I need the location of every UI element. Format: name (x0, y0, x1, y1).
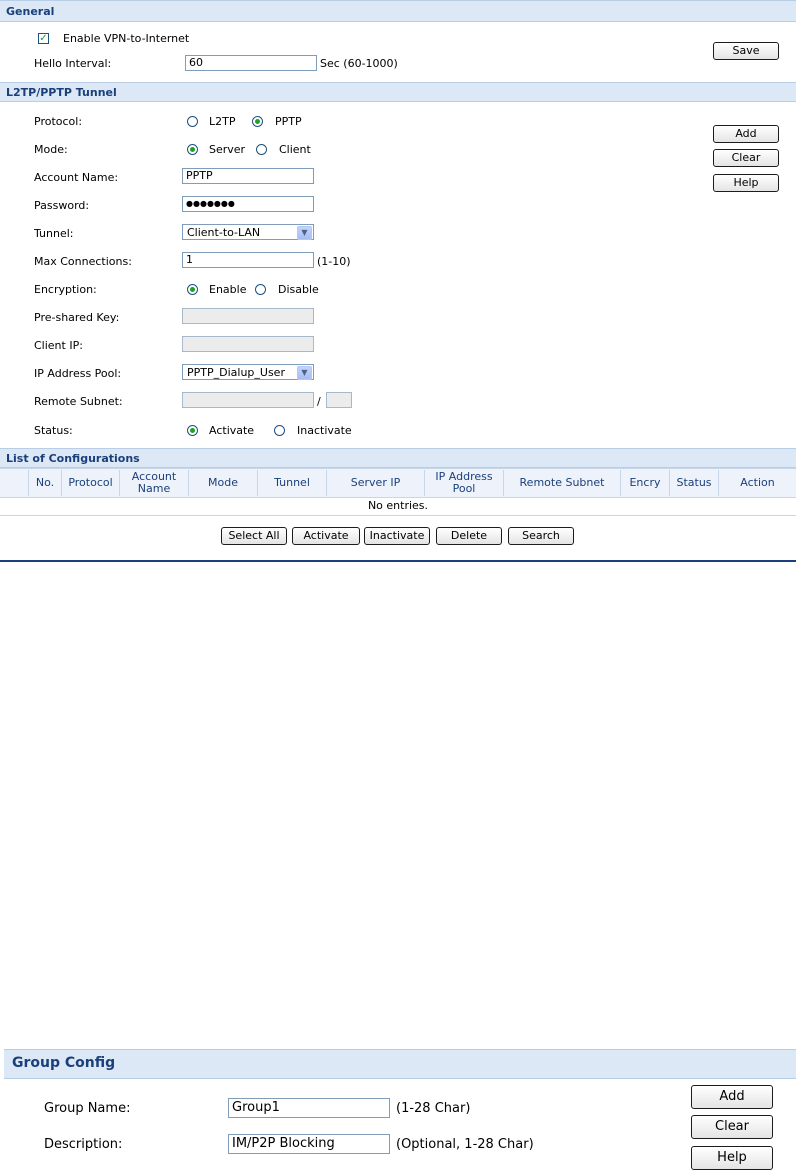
enable-vpn-checkbox[interactable]: ✓ (38, 33, 49, 44)
group-config-title: Group Config (12, 1055, 116, 1071)
clear-button[interactable]: Clear (713, 149, 779, 167)
encryption-enable-label: Enable (209, 283, 247, 296)
protocol-l2tp-radio[interactable] (187, 116, 198, 127)
account-name-label: Account Name: (34, 171, 119, 184)
ip-address-pool-label: IP Address Pool: (34, 367, 122, 380)
activate-button[interactable]: Activate (292, 527, 360, 545)
encryption-enable-radio[interactable] (187, 284, 198, 295)
remote-subnet-ip-input[interactable] (182, 392, 314, 408)
col-divider (62, 470, 120, 496)
col-divider (258, 470, 327, 496)
password-input[interactable]: ●●●●●●● (182, 196, 314, 212)
group-add-button[interactable]: Add (691, 1085, 773, 1109)
search-button[interactable]: Search (508, 527, 574, 545)
bottom-divider (0, 560, 796, 562)
col-divider (670, 470, 719, 496)
col-divider (621, 470, 670, 496)
mode-label: Mode: (34, 143, 68, 156)
mode-server-label: Server (209, 143, 246, 156)
group-name-label: Group Name: (44, 1101, 131, 1116)
protocol-pptp-radio[interactable] (252, 116, 263, 127)
col-divider (504, 470, 621, 496)
col-divider (120, 470, 189, 496)
col-divider (425, 470, 504, 496)
mode-server-radio[interactable] (187, 144, 198, 155)
list-section-header: List of Configurations (0, 448, 796, 468)
client-ip-label: Client IP: (34, 339, 83, 352)
pre-shared-key-input[interactable] (182, 308, 314, 324)
mode-client-radio[interactable] (256, 144, 267, 155)
max-connections-label: Max Connections: (34, 255, 132, 268)
inactivate-button[interactable]: Inactivate (364, 527, 430, 545)
status-activate-radio[interactable] (187, 425, 198, 436)
client-ip-input[interactable] (182, 336, 314, 352)
tunnel-label: Tunnel: (34, 227, 74, 240)
tunnel-section-header: L2TP/PPTP Tunnel (0, 82, 796, 102)
col-divider (189, 470, 258, 496)
col-divider (0, 470, 29, 496)
group-config-header: Group Config (4, 1049, 796, 1079)
group-help-button[interactable]: Help (691, 1146, 773, 1170)
remote-subnet-separator: / (317, 395, 321, 408)
table-empty-text: No entries. (367, 499, 429, 512)
mode-client-label: Client (279, 143, 311, 156)
list-section-title: List of Configurations (6, 452, 140, 465)
protocol-label: Protocol: (34, 115, 83, 128)
general-section-header: General (0, 0, 796, 22)
remote-subnet-label: Remote Subnet: (34, 395, 123, 408)
general-section-title: General (6, 5, 55, 18)
protocol-pptp-label: PPTP (275, 115, 302, 128)
hello-interval-label: Hello Interval: (34, 57, 112, 70)
remote-subnet-mask-input[interactable] (326, 392, 352, 408)
group-name-input[interactable]: Group1 (228, 1098, 390, 1118)
chevron-down-icon: ▼ (297, 226, 312, 240)
encryption-label: Encryption: (34, 283, 97, 296)
pre-shared-key-label: Pre-shared Key: (34, 311, 120, 324)
max-connections-input[interactable]: 1 (182, 252, 314, 268)
chevron-down-icon: ▼ (297, 366, 312, 380)
hello-interval-input[interactable]: 60 (185, 55, 317, 71)
max-connections-hint: (1-10) (317, 255, 351, 268)
ip-address-pool-value: PPTP_Dialup_User (187, 366, 285, 379)
encryption-disable-radio[interactable] (255, 284, 266, 295)
description-hint: (Optional, 1-28 Char) (396, 1137, 534, 1152)
help-button[interactable]: Help (713, 174, 779, 192)
tunnel-select-value: Client-to-LAN (187, 226, 261, 239)
protocol-l2tp-label: L2TP (209, 115, 236, 128)
group-clear-button[interactable]: Clear (691, 1115, 773, 1139)
group-name-hint: (1-28 Char) (396, 1101, 471, 1116)
enable-vpn-label: Enable VPN-to-Internet (63, 32, 190, 45)
encryption-disable-label: Disable (278, 283, 319, 296)
account-name-input[interactable]: PPTP (182, 168, 314, 184)
status-inactivate-radio[interactable] (274, 425, 285, 436)
ip-address-pool-select[interactable]: PPTP_Dialup_User ▼ (182, 364, 314, 380)
delete-button[interactable]: Delete (436, 527, 502, 545)
password-label: Password: (34, 199, 90, 212)
status-activate-label: Activate (209, 424, 255, 437)
tunnel-select[interactable]: Client-to-LAN ▼ (182, 224, 314, 240)
col-header-action: Action (740, 476, 775, 489)
status-inactivate-label: Inactivate (297, 424, 352, 437)
col-divider (29, 470, 62, 496)
table-empty-row: No entries. (0, 497, 796, 516)
col-divider (327, 470, 425, 496)
description-label: Description: (44, 1137, 123, 1152)
add-button[interactable]: Add (713, 125, 779, 143)
hello-interval-hint: Sec (60-1000) (320, 57, 398, 70)
select-all-button[interactable]: Select All (221, 527, 287, 545)
description-input[interactable]: IM/P2P Blocking (228, 1134, 390, 1154)
status-label: Status: (34, 424, 73, 437)
save-button[interactable]: Save (713, 42, 779, 60)
tunnel-section-title: L2TP/PPTP Tunnel (6, 86, 117, 99)
